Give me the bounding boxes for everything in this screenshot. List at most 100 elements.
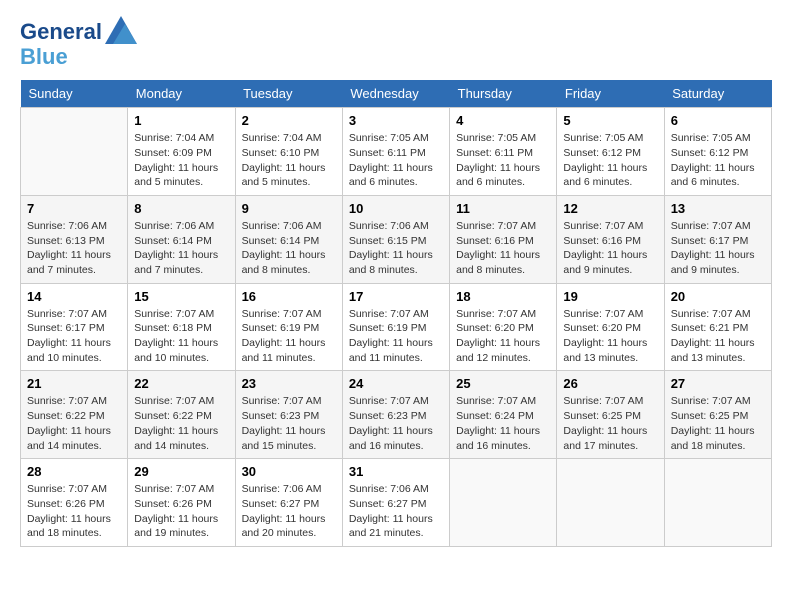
calendar-cell: 12 Sunrise: 7:07 AM Sunset: 6:16 PM Dayl… bbox=[557, 195, 664, 283]
day-info: Sunrise: 7:06 AM Sunset: 6:14 PM Dayligh… bbox=[242, 219, 336, 278]
day-info: Sunrise: 7:07 AM Sunset: 6:17 PM Dayligh… bbox=[671, 219, 765, 278]
day-info: Sunrise: 7:06 AM Sunset: 6:14 PM Dayligh… bbox=[134, 219, 228, 278]
day-info: Sunrise: 7:05 AM Sunset: 6:12 PM Dayligh… bbox=[671, 131, 765, 190]
day-number: 17 bbox=[349, 289, 443, 304]
day-number: 6 bbox=[671, 113, 765, 128]
sunset-text: Sunset: 6:17 PM bbox=[27, 322, 105, 334]
sunset-text: Sunset: 6:14 PM bbox=[134, 235, 212, 247]
day-info: Sunrise: 7:07 AM Sunset: 6:22 PM Dayligh… bbox=[27, 394, 121, 453]
day-number: 13 bbox=[671, 201, 765, 216]
calendar-week-row: 28 Sunrise: 7:07 AM Sunset: 6:26 PM Dayl… bbox=[21, 459, 772, 547]
day-info: Sunrise: 7:07 AM Sunset: 6:21 PM Dayligh… bbox=[671, 307, 765, 366]
daylight-text: Daylight: 11 hours and 11 minutes. bbox=[242, 337, 326, 364]
day-number: 16 bbox=[242, 289, 336, 304]
day-info: Sunrise: 7:07 AM Sunset: 6:16 PM Dayligh… bbox=[563, 219, 657, 278]
day-info: Sunrise: 7:06 AM Sunset: 6:15 PM Dayligh… bbox=[349, 219, 443, 278]
sunset-text: Sunset: 6:26 PM bbox=[134, 498, 212, 510]
daylight-text: Daylight: 11 hours and 12 minutes. bbox=[456, 337, 540, 364]
sunrise-text: Sunrise: 7:07 AM bbox=[563, 395, 643, 407]
day-number: 1 bbox=[134, 113, 228, 128]
sunrise-text: Sunrise: 7:07 AM bbox=[671, 308, 751, 320]
day-number: 15 bbox=[134, 289, 228, 304]
calendar-cell: 6 Sunrise: 7:05 AM Sunset: 6:12 PM Dayli… bbox=[664, 108, 771, 196]
day-number: 3 bbox=[349, 113, 443, 128]
sunset-text: Sunset: 6:16 PM bbox=[456, 235, 534, 247]
calendar-cell: 4 Sunrise: 7:05 AM Sunset: 6:11 PM Dayli… bbox=[450, 108, 557, 196]
day-number: 24 bbox=[349, 376, 443, 391]
calendar-cell: 10 Sunrise: 7:06 AM Sunset: 6:15 PM Dayl… bbox=[342, 195, 449, 283]
sunrise-text: Sunrise: 7:07 AM bbox=[456, 308, 536, 320]
daylight-text: Daylight: 11 hours and 8 minutes. bbox=[349, 249, 433, 276]
sunset-text: Sunset: 6:18 PM bbox=[134, 322, 212, 334]
calendar-cell: 21 Sunrise: 7:07 AM Sunset: 6:22 PM Dayl… bbox=[21, 371, 128, 459]
day-number: 12 bbox=[563, 201, 657, 216]
day-number: 19 bbox=[563, 289, 657, 304]
sunrise-text: Sunrise: 7:06 AM bbox=[134, 220, 214, 232]
day-info: Sunrise: 7:07 AM Sunset: 6:23 PM Dayligh… bbox=[349, 394, 443, 453]
col-header-thursday: Thursday bbox=[450, 80, 557, 108]
sunrise-text: Sunrise: 7:04 AM bbox=[134, 132, 214, 144]
day-number: 7 bbox=[27, 201, 121, 216]
calendar-cell: 28 Sunrise: 7:07 AM Sunset: 6:26 PM Dayl… bbox=[21, 459, 128, 547]
col-header-sunday: Sunday bbox=[21, 80, 128, 108]
sunrise-text: Sunrise: 7:04 AM bbox=[242, 132, 322, 144]
day-number: 10 bbox=[349, 201, 443, 216]
daylight-text: Daylight: 11 hours and 11 minutes. bbox=[349, 337, 433, 364]
day-number: 2 bbox=[242, 113, 336, 128]
col-header-tuesday: Tuesday bbox=[235, 80, 342, 108]
sunrise-text: Sunrise: 7:05 AM bbox=[671, 132, 751, 144]
sunrise-text: Sunrise: 7:07 AM bbox=[671, 220, 751, 232]
calendar-cell: 8 Sunrise: 7:06 AM Sunset: 6:14 PM Dayli… bbox=[128, 195, 235, 283]
calendar-cell: 9 Sunrise: 7:06 AM Sunset: 6:14 PM Dayli… bbox=[235, 195, 342, 283]
day-info: Sunrise: 7:07 AM Sunset: 6:25 PM Dayligh… bbox=[563, 394, 657, 453]
sunset-text: Sunset: 6:09 PM bbox=[134, 147, 212, 159]
day-info: Sunrise: 7:07 AM Sunset: 6:26 PM Dayligh… bbox=[134, 482, 228, 541]
sunrise-text: Sunrise: 7:06 AM bbox=[242, 220, 322, 232]
day-info: Sunrise: 7:04 AM Sunset: 6:09 PM Dayligh… bbox=[134, 131, 228, 190]
daylight-text: Daylight: 11 hours and 6 minutes. bbox=[671, 162, 755, 189]
sunrise-text: Sunrise: 7:05 AM bbox=[456, 132, 536, 144]
sunset-text: Sunset: 6:21 PM bbox=[671, 322, 749, 334]
calendar-cell: 17 Sunrise: 7:07 AM Sunset: 6:19 PM Dayl… bbox=[342, 283, 449, 371]
day-info: Sunrise: 7:05 AM Sunset: 6:11 PM Dayligh… bbox=[349, 131, 443, 190]
calendar-week-row: 21 Sunrise: 7:07 AM Sunset: 6:22 PM Dayl… bbox=[21, 371, 772, 459]
sunrise-text: Sunrise: 7:05 AM bbox=[563, 132, 643, 144]
day-number: 30 bbox=[242, 464, 336, 479]
day-number: 26 bbox=[563, 376, 657, 391]
sunset-text: Sunset: 6:24 PM bbox=[456, 410, 534, 422]
day-info: Sunrise: 7:06 AM Sunset: 6:13 PM Dayligh… bbox=[27, 219, 121, 278]
day-number: 9 bbox=[242, 201, 336, 216]
logo-text: General bbox=[20, 20, 102, 44]
sunrise-text: Sunrise: 7:07 AM bbox=[671, 395, 751, 407]
day-number: 11 bbox=[456, 201, 550, 216]
sunset-text: Sunset: 6:25 PM bbox=[671, 410, 749, 422]
calendar-cell: 11 Sunrise: 7:07 AM Sunset: 6:16 PM Dayl… bbox=[450, 195, 557, 283]
day-info: Sunrise: 7:07 AM Sunset: 6:24 PM Dayligh… bbox=[456, 394, 550, 453]
day-info: Sunrise: 7:07 AM Sunset: 6:22 PM Dayligh… bbox=[134, 394, 228, 453]
daylight-text: Daylight: 11 hours and 7 minutes. bbox=[27, 249, 111, 276]
calendar-cell: 14 Sunrise: 7:07 AM Sunset: 6:17 PM Dayl… bbox=[21, 283, 128, 371]
day-number: 27 bbox=[671, 376, 765, 391]
day-info: Sunrise: 7:07 AM Sunset: 6:25 PM Dayligh… bbox=[671, 394, 765, 453]
sunrise-text: Sunrise: 7:06 AM bbox=[349, 483, 429, 495]
day-info: Sunrise: 7:07 AM Sunset: 6:20 PM Dayligh… bbox=[563, 307, 657, 366]
daylight-text: Daylight: 11 hours and 7 minutes. bbox=[134, 249, 218, 276]
sunset-text: Sunset: 6:14 PM bbox=[242, 235, 320, 247]
sunset-text: Sunset: 6:22 PM bbox=[134, 410, 212, 422]
sunset-text: Sunset: 6:23 PM bbox=[242, 410, 320, 422]
calendar-cell: 20 Sunrise: 7:07 AM Sunset: 6:21 PM Dayl… bbox=[664, 283, 771, 371]
daylight-text: Daylight: 11 hours and 19 minutes. bbox=[134, 513, 218, 540]
sunrise-text: Sunrise: 7:05 AM bbox=[349, 132, 429, 144]
daylight-text: Daylight: 11 hours and 8 minutes. bbox=[456, 249, 540, 276]
calendar-cell: 26 Sunrise: 7:07 AM Sunset: 6:25 PM Dayl… bbox=[557, 371, 664, 459]
day-info: Sunrise: 7:05 AM Sunset: 6:11 PM Dayligh… bbox=[456, 131, 550, 190]
day-info: Sunrise: 7:07 AM Sunset: 6:23 PM Dayligh… bbox=[242, 394, 336, 453]
sunset-text: Sunset: 6:15 PM bbox=[349, 235, 427, 247]
sunrise-text: Sunrise: 7:07 AM bbox=[563, 220, 643, 232]
daylight-text: Daylight: 11 hours and 13 minutes. bbox=[671, 337, 755, 364]
daylight-text: Daylight: 11 hours and 5 minutes. bbox=[134, 162, 218, 189]
daylight-text: Daylight: 11 hours and 21 minutes. bbox=[349, 513, 433, 540]
col-header-saturday: Saturday bbox=[664, 80, 771, 108]
sunset-text: Sunset: 6:12 PM bbox=[563, 147, 641, 159]
sunset-text: Sunset: 6:25 PM bbox=[563, 410, 641, 422]
